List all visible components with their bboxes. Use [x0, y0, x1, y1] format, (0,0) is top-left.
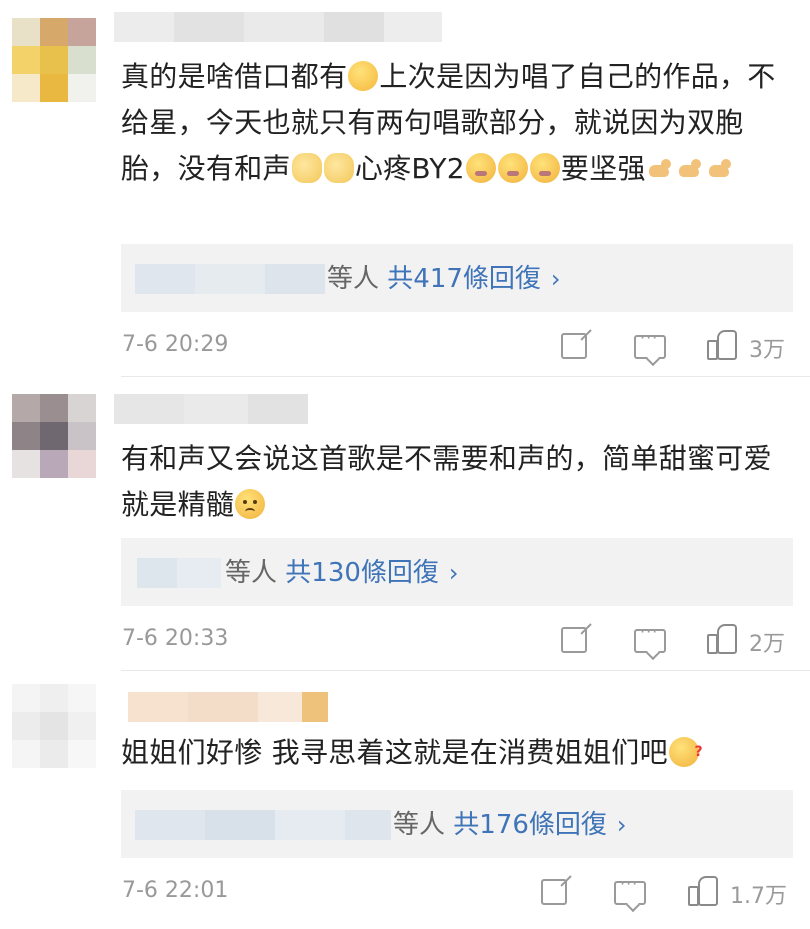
comment-icon[interactable]	[634, 622, 666, 653]
chevron-right-icon[interactable]: ›	[449, 559, 459, 587]
crying-emoji-icon	[497, 153, 528, 183]
like-count: 3万	[749, 338, 785, 363]
flexed-arm-emoji-icon	[707, 159, 735, 181]
comment-1: 真的是啥借口都有 上次是因为唱了自己的作品，不给星，今天也就只有两句唱歌部分，就说…	[0, 0, 810, 380]
reply-summary[interactable]: 等人 共130條回復 ›	[121, 538, 793, 606]
crying-emoji-icon	[529, 153, 560, 183]
flexed-arm-emoji-icon	[677, 159, 705, 181]
reply-count-link[interactable]: 共417條回復	[387, 264, 541, 294]
crying-emoji-icon	[465, 153, 496, 183]
share-icon[interactable]	[541, 879, 567, 905]
comment-icon[interactable]	[614, 874, 646, 905]
comment-time: 7-6 22:01	[122, 878, 229, 903]
comment-text: 姐姐们好惨 我寻思着这就是在消费姐姐们吧	[121, 729, 793, 776]
reply-usernames-blurred	[135, 810, 391, 840]
yum-emoji-icon	[348, 61, 379, 91]
reply-suffix: 等人	[393, 810, 446, 840]
username-blurred[interactable]	[128, 692, 328, 722]
sad-emoji-icon	[235, 489, 266, 519]
reply-summary[interactable]: 等人 共176條回復 ›	[121, 790, 793, 858]
reply-usernames-blurred	[135, 264, 325, 294]
comment-text: 真的是啥借口都有 上次是因为唱了自己的作品，不给星，今天也就只有两句唱歌部分，就说…	[121, 60, 776, 185]
comment-text: 有和声又会说这首歌是不需要和声的，简单甜蜜可爱就是精髓	[121, 442, 772, 521]
thumbs-up-icon[interactable]	[688, 874, 718, 906]
reply-count-link[interactable]: 共176條回復	[453, 810, 607, 840]
reply-suffix: 等人	[225, 558, 278, 588]
thumbs-up-icon[interactable]	[707, 328, 737, 360]
avatar[interactable]	[12, 18, 96, 102]
clap-emoji-icon	[291, 153, 322, 183]
username-blurred[interactable]	[114, 394, 308, 424]
avatar[interactable]	[12, 394, 96, 478]
reply-suffix: 等人	[327, 264, 380, 294]
share-icon[interactable]	[561, 333, 587, 359]
clap-emoji-icon	[323, 153, 354, 183]
comment-icon[interactable]	[634, 328, 666, 359]
reply-count-link[interactable]: 共130條回復	[285, 558, 439, 588]
comment-3: 姐姐们好惨 我寻思着这就是在消费姐姐们吧 等人 共176條回復 › 7-6 22:…	[0, 670, 810, 929]
comment-time: 7-6 20:33	[122, 626, 229, 651]
chevron-right-icon[interactable]: ›	[551, 265, 561, 293]
reply-summary[interactable]: 等人 共417條回復 ›	[121, 244, 793, 312]
comment-time: 7-6 20:29	[122, 332, 229, 357]
avatar[interactable]	[12, 684, 96, 768]
share-icon[interactable]	[561, 627, 587, 653]
confused-emoji-icon	[668, 729, 703, 775]
username-blurred[interactable]	[114, 12, 442, 42]
chevron-right-icon[interactable]: ›	[617, 811, 627, 839]
divider	[121, 376, 810, 377]
flexed-arm-emoji-icon	[647, 159, 675, 181]
like-count: 2万	[749, 632, 785, 657]
like-count: 1.7万	[730, 884, 787, 909]
reply-usernames-blurred	[137, 558, 221, 588]
comment-2: 有和声又会说这首歌是不需要和声的，简单甜蜜可爱就是精髓 等人 共130條回復 › …	[0, 380, 810, 671]
thumbs-up-icon[interactable]	[707, 622, 737, 654]
